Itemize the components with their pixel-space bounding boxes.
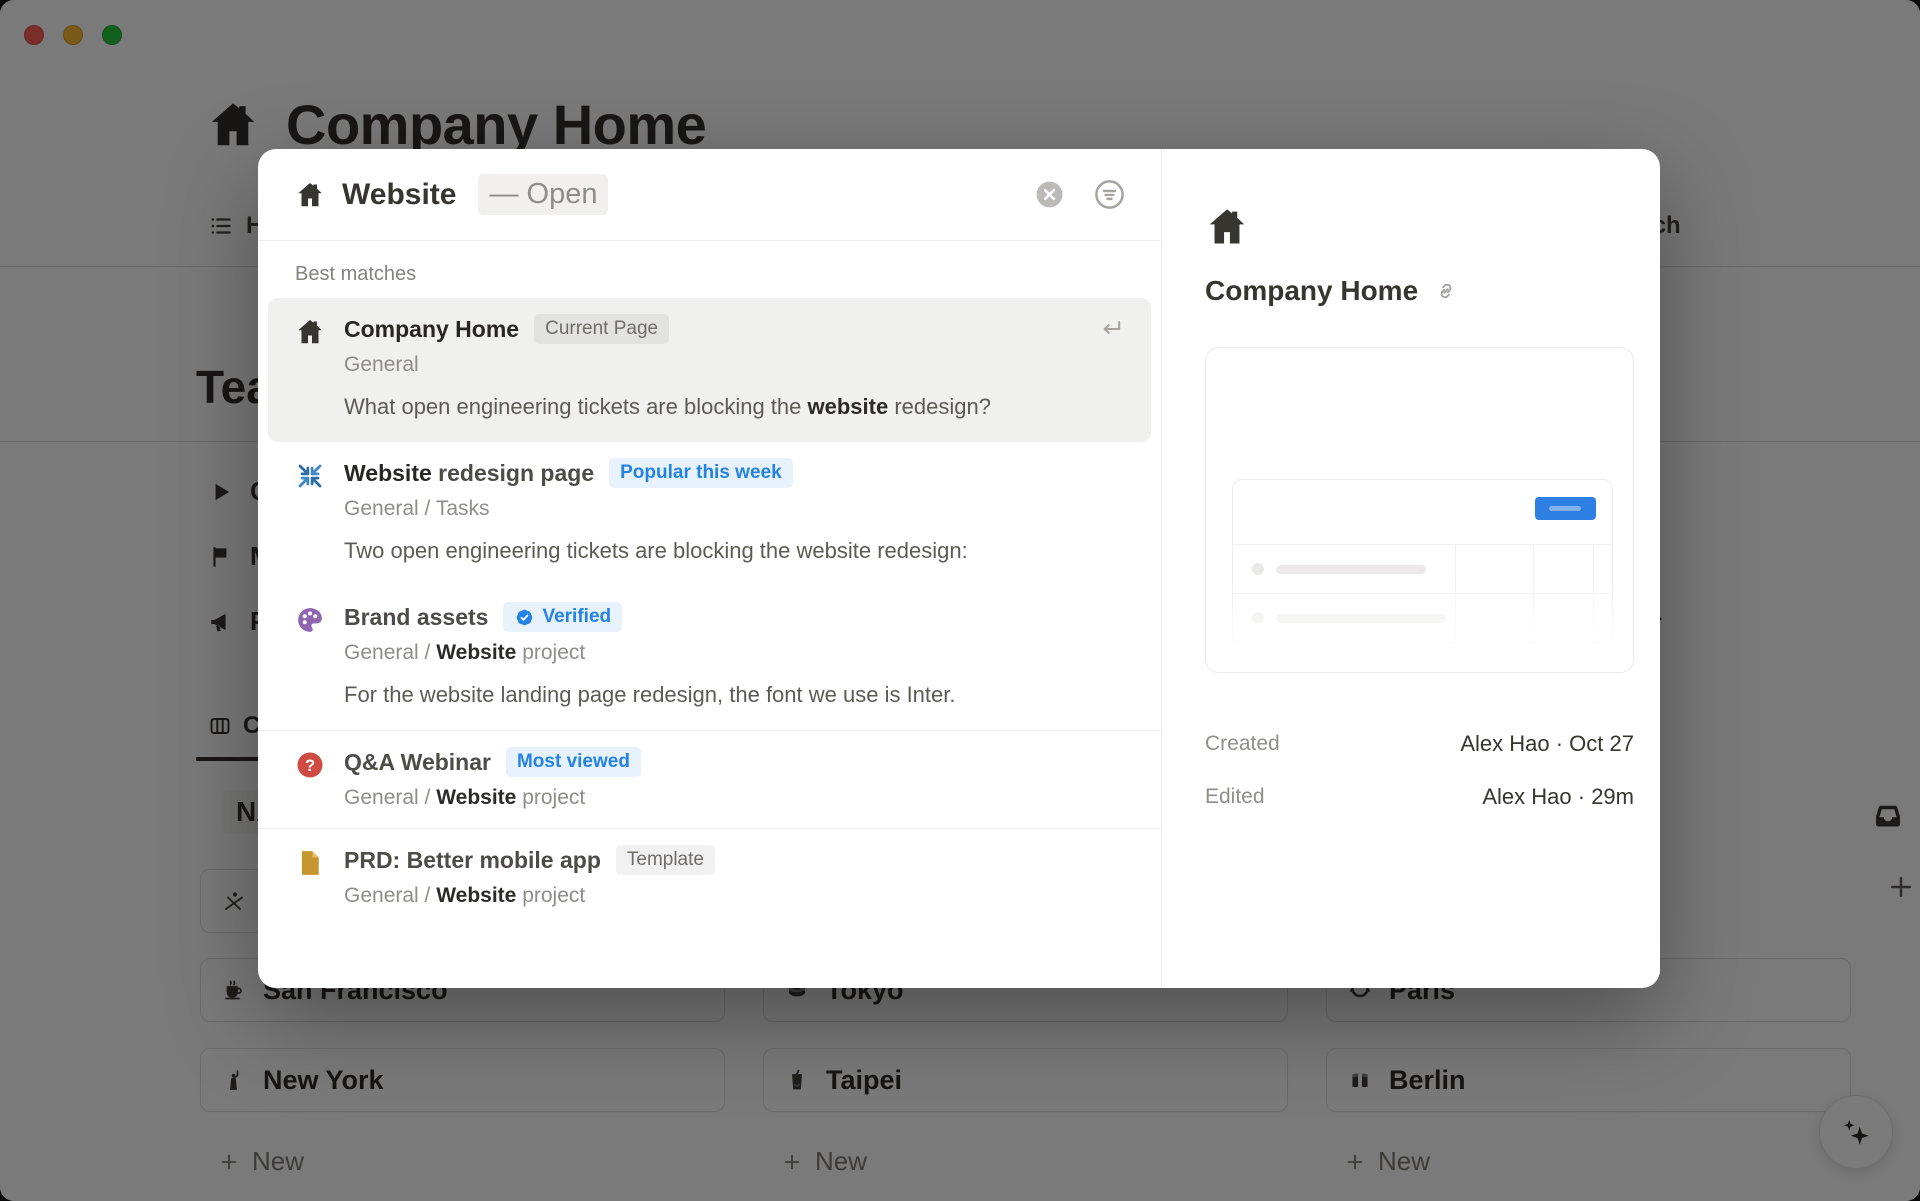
result-path: General / Tasks (344, 497, 490, 520)
document-icon (295, 848, 325, 878)
most-viewed-badge: Most viewed (505, 747, 641, 777)
search-results-list: Best matches Company Home Current Page G… (258, 241, 1161, 926)
question-mark-icon: ? (295, 750, 325, 780)
search-result-qa-webinar[interactable]: ? Q&A Webinar Most viewed General / Webs… (258, 730, 1161, 828)
search-results-pane: Website — Open Best matches Company Home… (258, 149, 1161, 988)
result-snippet: Two open engineering tickets are blockin… (344, 538, 968, 563)
current-page-badge: Current Page (534, 314, 670, 344)
result-path: General / Website project (344, 884, 586, 907)
result-snippet: What open engineering tickets are blocki… (344, 394, 991, 419)
edited-value: Alex Hao · 29m (1482, 783, 1634, 809)
edited-row: Edited Alex Hao · 29m (1205, 770, 1634, 823)
app-window: Company Home H arch Tea a C M P C NA (0, 0, 1920, 1201)
search-autocomplete-suggestion[interactable]: — Open (478, 174, 609, 215)
created-row: Created Alex Hao · Oct 27 (1205, 717, 1634, 770)
collapse-arrows-icon (295, 461, 325, 491)
result-title: PRD: Better mobile app (344, 846, 601, 873)
svg-text:?: ? (305, 756, 315, 775)
home-icon (295, 180, 325, 210)
result-title: Q&A Webinar (344, 748, 491, 775)
search-result-prd[interactable]: PRD: Better mobile app Template General … (258, 828, 1161, 926)
result-path: General / Website project (344, 641, 586, 664)
popular-badge: Popular this week (609, 458, 793, 488)
verified-badge: Verified (503, 602, 623, 632)
search-result-brand-assets[interactable]: Brand assets Verified General / Website … (258, 586, 1161, 730)
search-result-website-redesign[interactable]: Website redesign page Popular this week … (258, 442, 1161, 586)
clear-search-button[interactable] (1034, 179, 1065, 210)
page-meta: Created Alex Hao · Oct 27 Edited Alex Ha… (1205, 717, 1634, 823)
search-modal: Website — Open Best matches Company Home… (258, 149, 1660, 988)
result-snippet: For the website landing page redesign, t… (344, 682, 956, 707)
enter-return-icon (1097, 315, 1125, 343)
result-title: Website redesign page (344, 459, 595, 486)
verified-seal-icon (514, 607, 535, 628)
results-section-label: Best matches (295, 263, 417, 285)
preview-page-title: Company Home (1205, 275, 1419, 306)
home-icon (295, 317, 325, 347)
result-title: Company Home (344, 315, 520, 342)
search-header[interactable]: Website — Open (258, 149, 1161, 241)
result-path: General / Website project (344, 786, 586, 809)
filter-button[interactable] (1092, 177, 1127, 212)
page-preview-pane: Company Home Created Alex Hao · Oct 27 E… (1161, 149, 1660, 988)
created-value: Alex Hao · Oct 27 (1460, 730, 1634, 756)
copy-link-icon[interactable] (1434, 279, 1458, 303)
search-result-company-home[interactable]: Company Home Current Page General What o… (268, 298, 1151, 442)
result-title: Brand assets (344, 603, 489, 630)
edited-label: Edited (1205, 784, 1265, 808)
palette-icon (295, 605, 325, 635)
page-preview-thumbnail[interactable] (1205, 347, 1634, 673)
search-input[interactable]: Website (342, 178, 456, 212)
preview-blue-button (1535, 497, 1596, 520)
home-icon (1205, 205, 1634, 249)
template-badge: Template (615, 845, 715, 875)
result-path: General (344, 353, 419, 376)
created-label: Created (1205, 731, 1280, 755)
